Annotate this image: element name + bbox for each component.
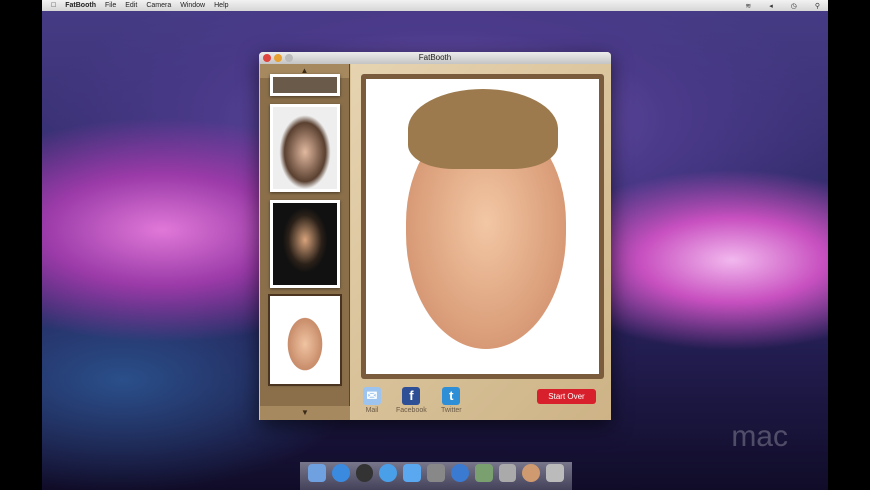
thumbnail-2[interactable] (269, 104, 340, 192)
mail-label: Mail (365, 407, 379, 414)
twitter-icon: t (442, 387, 461, 405)
mail-icon: ✉ (363, 387, 381, 405)
twitter-label: Twitter (441, 407, 462, 414)
dock-fatbooth-icon[interactable] (522, 464, 541, 482)
dock (300, 462, 572, 490)
facebook-icon: f (402, 387, 421, 405)
scroll-down-button[interactable]: ▼ (260, 406, 350, 420)
dock-dashboard-icon[interactable] (355, 464, 374, 482)
dock-app-store-icon[interactable] (331, 464, 350, 482)
wifi-icon[interactable]: ≋ (745, 2, 751, 10)
spotlight-icon[interactable]: ⚲ (815, 2, 820, 10)
dock-expose-icon[interactable] (498, 464, 517, 482)
photo-frame (361, 74, 604, 379)
menu-help[interactable]: Help (214, 2, 228, 9)
close-button[interactable] (263, 54, 271, 62)
watermark: mac (731, 420, 788, 453)
dock-finder-icon[interactable] (308, 464, 326, 482)
facebook-button[interactable]: f Facebook (396, 387, 427, 414)
desktop:  FatBooth File Edit Camera Window Help … (42, 0, 828, 490)
zoom-button[interactable] (285, 54, 293, 62)
clock-icon[interactable]: ◷ (791, 2, 797, 10)
menu-window[interactable]: Window (180, 2, 205, 9)
menu-camera[interactable]: Camera (146, 2, 171, 9)
dock-trash-icon[interactable] (546, 464, 564, 482)
start-over-button[interactable]: Start Over (537, 389, 596, 404)
dock-ichat-icon[interactable] (403, 464, 422, 482)
dock-iphoto-icon[interactable] (474, 464, 493, 482)
fatbooth-window: FatBooth ▲ ▼ ✉ Mail f Facebook t Twitter… (259, 52, 611, 420)
fat-face-photo (366, 79, 599, 374)
apple-icon[interactable]:  (51, 2, 56, 9)
menu-file[interactable]: File (105, 2, 116, 9)
facebook-label: Facebook (396, 407, 427, 414)
title-bar[interactable]: FatBooth (259, 52, 611, 64)
volume-icon[interactable]: ◂ (769, 2, 773, 10)
mail-button[interactable]: ✉ Mail (363, 387, 381, 414)
main-panel: ✉ Mail f Facebook t Twitter Start Over (351, 64, 611, 420)
dock-itunes-icon[interactable] (450, 464, 469, 482)
minimize-button[interactable] (274, 54, 282, 62)
menu-bar:  FatBooth File Edit Camera Window Help … (42, 0, 828, 11)
thumbnail-4-selected[interactable] (267, 294, 342, 386)
menu-edit[interactable]: Edit (125, 2, 137, 9)
thumbnail-sidebar: ▲ ▼ (260, 64, 350, 420)
dock-photo-icon[interactable] (427, 464, 445, 482)
window-title: FatBooth (418, 53, 452, 62)
twitter-button[interactable]: t Twitter (441, 387, 462, 414)
menu-app[interactable]: FatBooth (65, 2, 96, 9)
dock-safari-icon[interactable] (379, 464, 398, 482)
thumbnail-3[interactable] (269, 200, 340, 288)
